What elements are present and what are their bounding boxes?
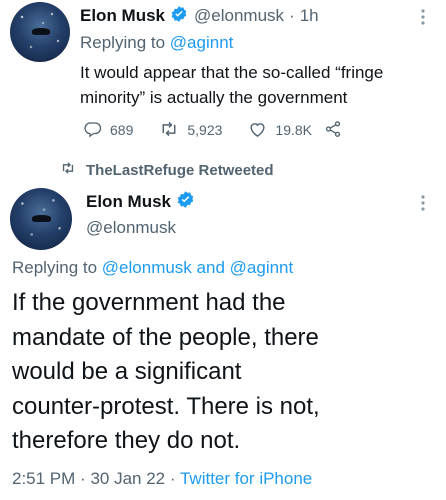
retweet-banner-label: TheLastRefuge Retweeted <box>86 161 274 179</box>
mention-link[interactable]: @aginnt <box>170 33 234 52</box>
display-name[interactable]: Elon Musk <box>86 192 171 212</box>
share-button[interactable] <box>324 120 350 141</box>
retweet-icon <box>159 120 187 141</box>
separator: · <box>80 469 86 488</box>
display-name[interactable]: Elon Musk <box>80 6 165 26</box>
avatar[interactable] <box>10 188 72 250</box>
tweet-source[interactable]: Twitter for iPhone <box>180 469 312 488</box>
like-count: 19.8K <box>275 122 312 138</box>
replying-to: Replying to @aginnt <box>80 33 233 53</box>
retweet-button[interactable]: 5,923 <box>159 120 222 141</box>
more-icon[interactable] <box>418 8 428 26</box>
tweet2-header: Elon Musk <box>86 190 195 214</box>
like-icon <box>248 120 275 141</box>
retweet-count: 5,923 <box>187 122 223 138</box>
like-button[interactable]: 19.8K <box>248 120 312 141</box>
retweet-banner[interactable]: TheLastRefuge Retweeted <box>60 160 274 180</box>
replying-to: Replying to @elonmusk and @aginnt <box>12 258 293 278</box>
tweet1-actions: 689 5,923 19.8K <box>84 119 350 141</box>
verified-badge-icon <box>176 190 195 214</box>
separator: · <box>289 6 295 25</box>
more-icon[interactable] <box>418 194 428 212</box>
tweet-meta: 2:51 PM · 30 Jan 22 · Twitter for iPhone <box>12 469 312 489</box>
avatar[interactable] <box>10 2 70 62</box>
reply-count: 689 <box>110 122 134 138</box>
mention-link[interactable]: @aginnt <box>230 258 294 277</box>
separator: · <box>169 469 176 488</box>
tweet-date[interactable]: 30 Jan 22 <box>90 469 165 488</box>
replying-prefix: Replying to <box>80 33 166 52</box>
reply-icon <box>84 120 110 141</box>
verified-badge-icon <box>170 5 188 28</box>
tweet1-text: It would appear that the so-called “frin… <box>80 63 384 107</box>
timestamp[interactable]: 1h <box>300 6 319 26</box>
mention-and: and <box>196 258 225 277</box>
replying-prefix: Replying to <box>12 258 98 277</box>
tweet2-text: If the government had the mandate of the… <box>12 289 320 454</box>
retweet-banner-icon <box>60 161 86 179</box>
handle[interactable]: @elonmusk <box>86 218 176 238</box>
tweet1-header: Elon Musk @elonmusk · 1h <box>80 4 319 28</box>
tweet-time[interactable]: 2:51 PM <box>12 469 75 488</box>
share-icon <box>324 120 350 141</box>
reply-button[interactable]: 689 <box>84 120 133 141</box>
handle[interactable]: @elonmusk <box>194 6 284 26</box>
mention-link[interactable]: @elonmusk <box>102 258 192 277</box>
